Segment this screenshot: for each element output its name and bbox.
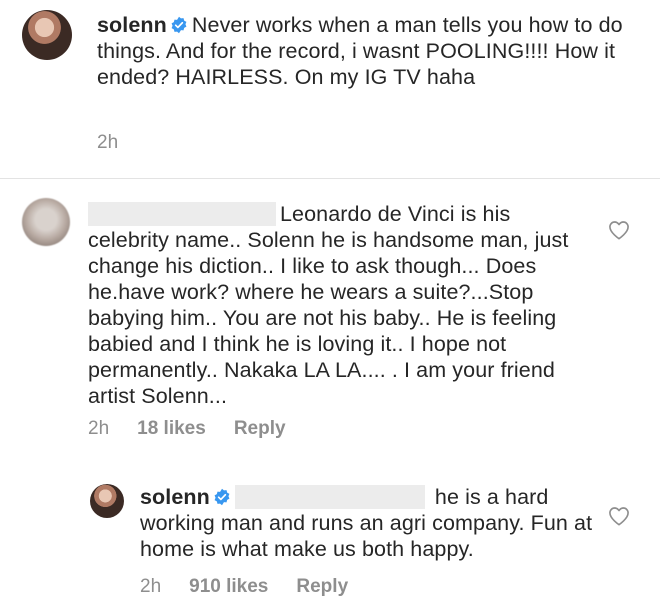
verified-badge-icon <box>171 16 187 34</box>
reply-username[interactable]: solenn <box>140 485 210 509</box>
comment-reply-button[interactable]: Reply <box>234 418 286 439</box>
comment-text-body: Leonardo de Vinci is his celebrity name.… <box>88 202 569 408</box>
post-caption: solenn Never works when a man tells you h… <box>97 12 642 90</box>
avatar-solenn-reply[interactable] <box>90 484 124 518</box>
redacted-mention[interactable] <box>234 485 425 509</box>
redacted-username[interactable] <box>88 202 276 226</box>
reply-time: 2h <box>140 576 162 597</box>
comment-meta: 2h 18 likes Reply <box>88 418 314 440</box>
like-reply-heart-icon[interactable] <box>608 506 630 526</box>
reply-meta: 2h 910 likes Reply <box>140 576 376 598</box>
comment-text: Leonardo de Vinci is his celebrity name.… <box>88 201 588 409</box>
verified-badge-icon <box>214 488 230 506</box>
comment-likes[interactable]: 18 likes <box>137 418 206 439</box>
post-meta: 2h <box>97 132 146 154</box>
divider <box>0 178 660 179</box>
reply-text: solenn he is a hard working man and runs … <box>140 484 595 562</box>
avatar-commenter[interactable] <box>22 198 70 246</box>
comment-time: 2h <box>88 418 110 439</box>
avatar-solenn-post[interactable] <box>22 10 72 60</box>
reply-likes[interactable]: 910 likes <box>189 576 268 597</box>
post-username[interactable]: solenn <box>97 13 167 37</box>
reply-reply-button[interactable]: Reply <box>296 576 348 597</box>
post-time: 2h <box>97 132 119 153</box>
like-comment-heart-icon[interactable] <box>608 220 630 240</box>
